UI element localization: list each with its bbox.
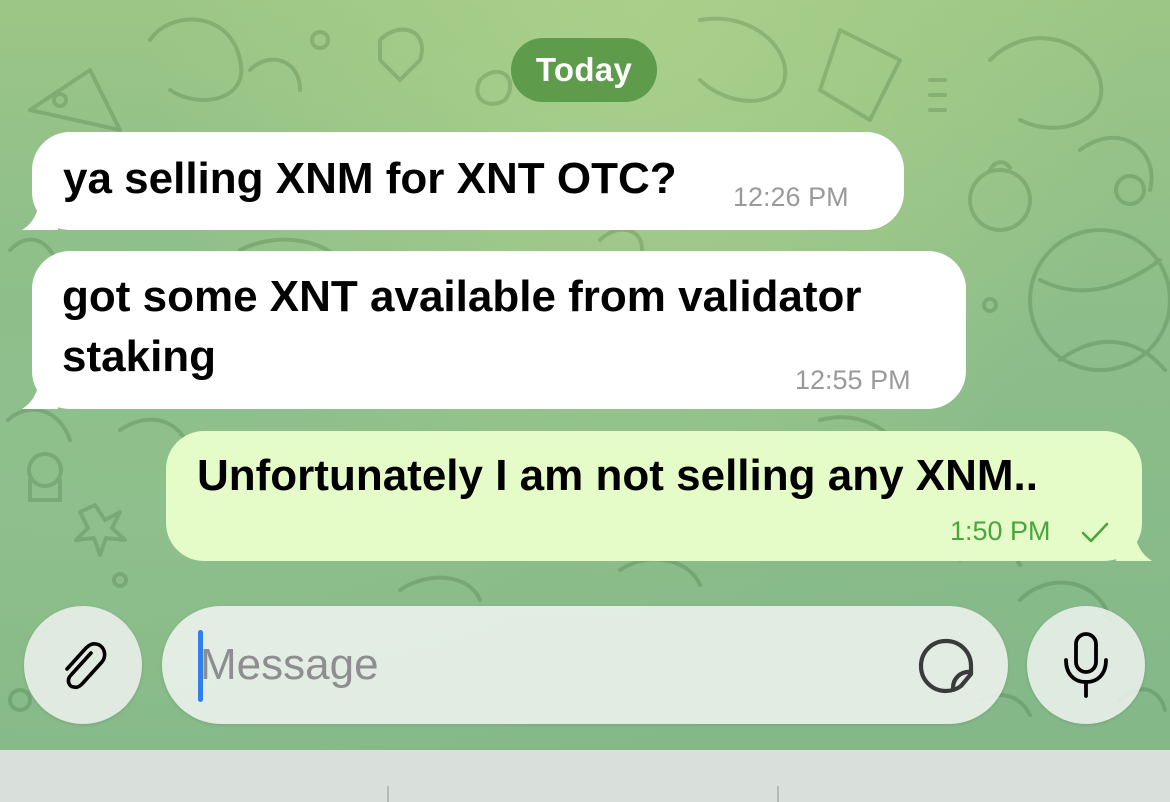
bubble-tail bbox=[22, 377, 58, 409]
incoming-message[interactable]: got some XNT available from validator st… bbox=[22, 251, 966, 409]
incoming-message[interactable]: ya selling XNM for XNT OTC? 12:26 PM bbox=[22, 132, 904, 230]
toolbar-divider bbox=[777, 786, 779, 802]
paperclip-icon bbox=[65, 641, 107, 690]
attach-button[interactable] bbox=[24, 606, 142, 724]
microphone-icon bbox=[1064, 632, 1108, 698]
message-text: Unfortunately I am not selling any XNM.. bbox=[197, 451, 1038, 500]
sticker-button[interactable] bbox=[914, 634, 978, 698]
message-composer bbox=[0, 590, 1170, 750]
message-time: 12:26 PM bbox=[733, 182, 849, 212]
message-input-field[interactable] bbox=[162, 606, 1008, 724]
sticker-icon bbox=[918, 638, 974, 694]
message-time: 1:50 PM bbox=[950, 516, 1051, 546]
message-time: 12:55 PM bbox=[795, 365, 911, 395]
chat-background: Today ya selling XNM for XNT OTC? 12:26 … bbox=[0, 0, 1170, 750]
bubble-tail bbox=[22, 198, 58, 230]
microphone-button[interactable] bbox=[1027, 606, 1145, 724]
bubble-tail bbox=[1116, 529, 1152, 561]
toolbar-divider bbox=[387, 786, 389, 802]
bottom-toolbar bbox=[0, 750, 1170, 802]
message-input[interactable] bbox=[200, 630, 900, 700]
check-icon bbox=[1081, 522, 1109, 543]
message-text: ya selling XNM for XNT OTC? bbox=[63, 154, 677, 203]
outgoing-message[interactable]: Unfortunately I am not selling any XNM..… bbox=[166, 431, 1152, 561]
date-separator: Today bbox=[511, 38, 657, 102]
